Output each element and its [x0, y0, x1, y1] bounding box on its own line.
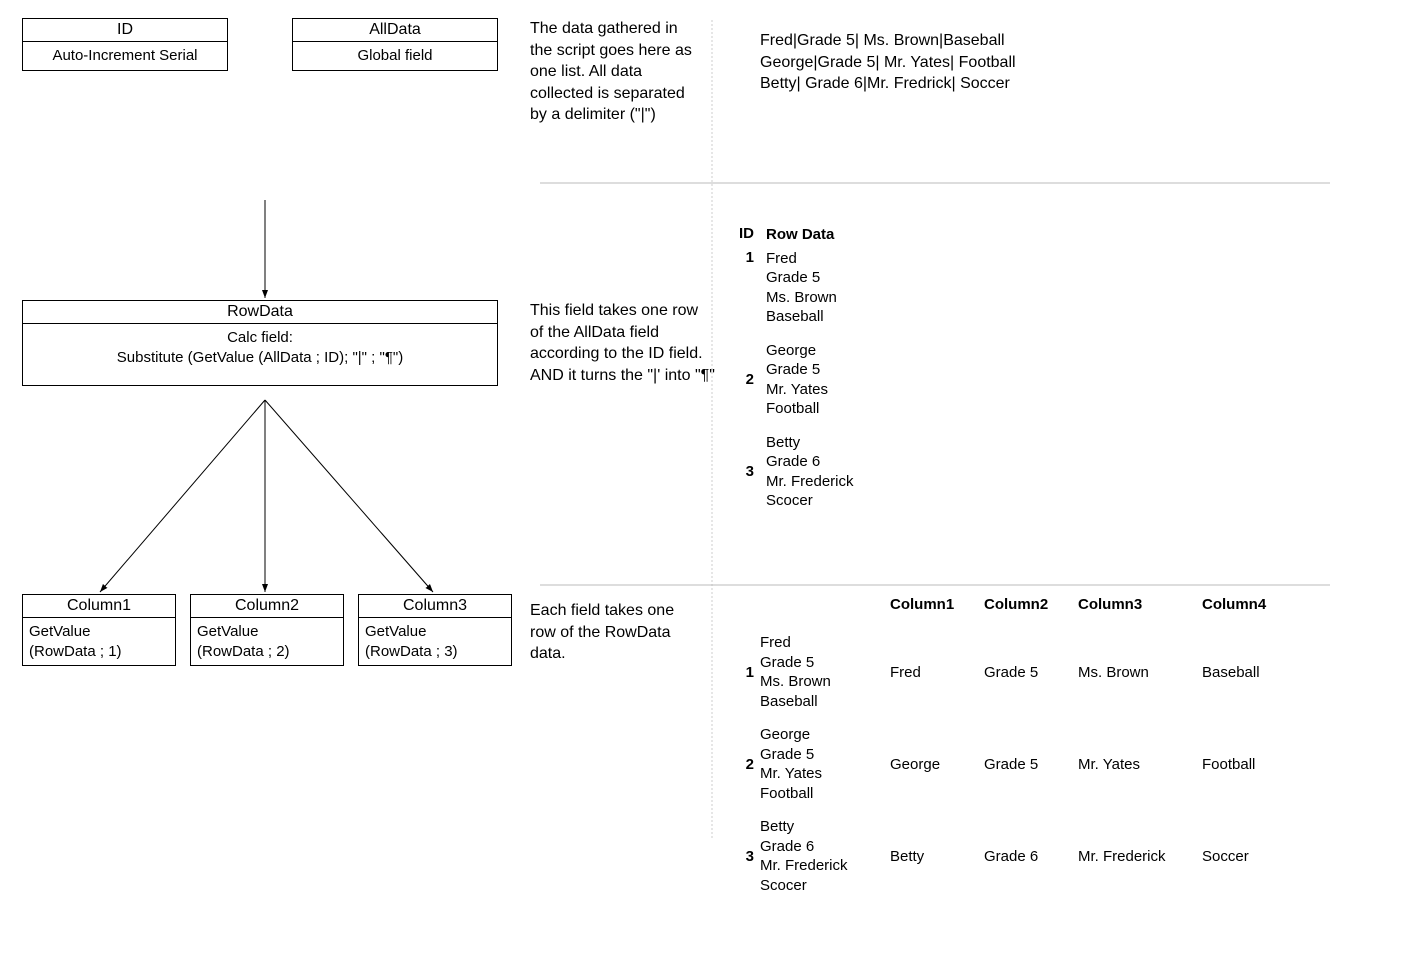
box-id: ID Auto-Increment Serial — [22, 18, 228, 71]
box-rowdata: RowData Calc field: Substitute (GetValue… — [22, 300, 498, 386]
rowdata-row: 1 Fred Grade 5 Ms. Brown Baseball — [724, 249, 854, 327]
rowdata-row: 2 George Grade 5 Mr. Yates Football — [724, 341, 854, 419]
rowdata-row: 3 Betty Grade 6 Mr. Frederick Scocer — [724, 433, 854, 511]
rowdata-table: ID Row Data 1 Fred Grade 5 Ms. Brown Bas… — [724, 225, 854, 525]
final-row: 3 Betty Grade 6 Mr. Frederick Scocer Bet… — [724, 817, 1292, 895]
box-alldata: AllData Global field — [292, 18, 498, 71]
paragraph-alldata: The data gathered in the script goes her… — [530, 18, 700, 126]
box-alldata-body: Global field — [293, 42, 497, 70]
box-column3-body: GetValue (RowData ; 3) — [359, 618, 511, 665]
paragraph-rowdata: This field takes one row of the AllData … — [530, 300, 715, 386]
paragraph-columns: Each field takes one row of the RowData … — [530, 600, 700, 665]
box-id-title: ID — [23, 19, 227, 42]
box-rowdata-body: Calc field: Substitute (GetValue (AllDat… — [23, 324, 497, 385]
rowdata-header-id: ID — [724, 225, 760, 242]
box-alldata-title: AllData — [293, 19, 497, 42]
final-table: Column1 Column2 Column3 Column4 1 Fred G… — [724, 596, 1292, 909]
box-column3-title: Column3 — [359, 595, 511, 618]
final-row: 1 Fred Grade 5 Ms. Brown Baseball Fred G… — [724, 633, 1292, 711]
box-rowdata-title: RowData — [23, 301, 497, 324]
rowdata-header-row: Row Data — [760, 225, 834, 245]
box-column3: Column3 GetValue (RowData ; 3) — [358, 594, 512, 666]
box-column1: Column1 GetValue (RowData ; 1) — [22, 594, 176, 666]
box-column2-title: Column2 — [191, 595, 343, 618]
final-table-header: Column1 Column2 Column3 Column4 — [890, 596, 1292, 613]
box-column2: Column2 GetValue (RowData ; 2) — [190, 594, 344, 666]
box-column2-body: GetValue (RowData ; 2) — [191, 618, 343, 665]
box-column1-title: Column1 — [23, 595, 175, 618]
box-column1-body: GetValue (RowData ; 1) — [23, 618, 175, 665]
diagram-canvas: ID Auto-Increment Serial AllData Global … — [0, 0, 1427, 968]
box-rowdata-label: Calc field: — [29, 328, 491, 348]
final-row: 2 George Grade 5 Mr. Yates Football Geor… — [724, 725, 1292, 803]
sample-alldata: Fred|Grade 5| Ms. Brown|Baseball George|… — [760, 30, 1016, 95]
box-id-body: Auto-Increment Serial — [23, 42, 227, 70]
box-rowdata-formula: Substitute (GetValue (AllData ; ID); "|"… — [29, 348, 491, 368]
